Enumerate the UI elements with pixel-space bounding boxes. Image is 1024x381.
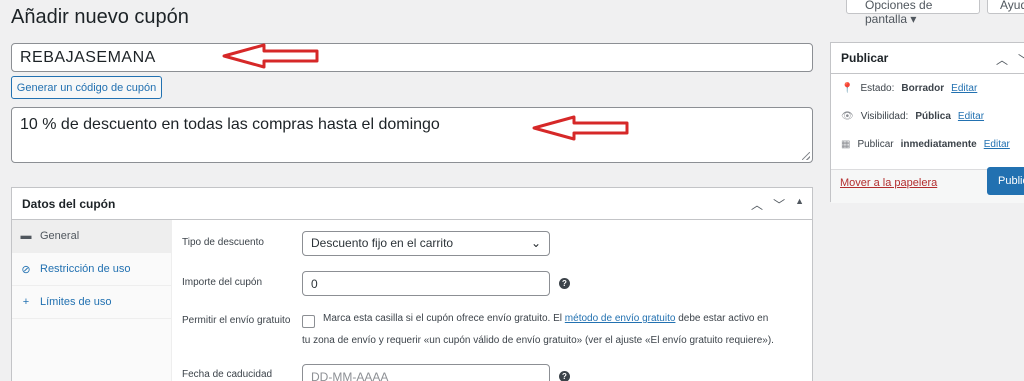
tab-usage-restriction[interactable]: ⊘ Restricción de uso [12, 253, 171, 286]
annotation-arrow-code [222, 43, 319, 69]
help-icon[interactable]: ? [559, 278, 570, 289]
status-label: Estado: [860, 83, 895, 94]
panel-controls: ︿ ﹀ ▲ [751, 196, 804, 213]
tab-general[interactable]: ▬ General [12, 220, 171, 253]
publish-panel-controls: ︿ ﹀ [996, 51, 1024, 68]
coupon-description-textarea[interactable]: 10 % de descuento en todas las compras h… [11, 107, 813, 163]
ticket-icon: ▬ [20, 230, 32, 242]
expiry-date-input[interactable]: DD-MM-AAAA [302, 364, 550, 381]
discount-type-value: Descuento fijo en el carrito [311, 236, 454, 250]
tab-label: General [40, 230, 80, 242]
status-row: 📍 Estado: Borrador Editar [841, 83, 977, 94]
coupon-code-input[interactable]: REBAJASEMANA [11, 43, 813, 72]
status-value: Borrador [901, 83, 945, 94]
annotation-arrow-description [532, 115, 629, 141]
edit-schedule-link[interactable]: Editar [984, 139, 1010, 150]
coupon-data-title: Datos del cupón [12, 188, 812, 220]
tab-usage-limits[interactable]: + Límites de uso [12, 286, 171, 319]
free-shipping-description: Marca esta casilla si el cupón ofrece en… [302, 308, 802, 330]
edit-visibility-link[interactable]: Editar [958, 111, 984, 122]
discount-type-select[interactable]: Descuento fijo en el carrito ⌄ [302, 231, 550, 256]
description-text: 10 % de descuento en todas las compras h… [20, 116, 440, 133]
generate-coupon-code-button[interactable]: Generar un código de cupón [11, 76, 162, 99]
collapse-icon[interactable]: ▲ [795, 196, 804, 213]
chevron-down-icon: ⌄ [530, 236, 541, 250]
free-shipping-text-cont: debe estar activo en [678, 313, 769, 324]
move-down-icon[interactable]: ﹀ [1018, 51, 1024, 68]
prohibited-icon: ⊘ [21, 263, 31, 276]
schedule-row: ▦ Publicar inmediatamente Editar [841, 139, 1010, 150]
free-shipping-method-link[interactable]: método de envío gratuito [565, 313, 676, 324]
edit-status-link[interactable]: Editar [951, 83, 977, 94]
coupon-tabs: ▬ General ⊘ Restricción de uso + Límites… [12, 220, 172, 381]
coupon-amount-label: Importe del cupón [182, 277, 263, 288]
tab-label: Restricción de uso [40, 263, 131, 275]
visibility-value: Pública [915, 111, 951, 122]
visibility-row: 👁 Visibilidad: Pública Editar [841, 111, 984, 122]
discount-type-label: Tipo de descuento [182, 237, 264, 248]
move-up-icon[interactable]: ︿ [751, 196, 763, 213]
free-shipping-text: Marca esta casilla si el cupón ofrece en… [323, 313, 563, 324]
resize-handle[interactable] [802, 152, 810, 160]
help-button[interactable]: Ayuda [987, 0, 1024, 14]
visibility-label: Visibilidad: [860, 111, 909, 122]
expiry-date-label: Fecha de caducidad [182, 369, 273, 380]
move-down-icon[interactable]: ﹀ [773, 196, 785, 213]
schedule-label: Publicar [857, 139, 894, 150]
tab-label: Límites de uso [40, 296, 112, 308]
eye-icon: 👁 [841, 111, 854, 122]
schedule-value: inmediatamente [900, 139, 977, 150]
coupon-amount-input[interactable]: 0 [302, 271, 550, 296]
free-shipping-label: Permitir el envío gratuito [182, 315, 291, 326]
publish-button[interactable]: Publicar [987, 167, 1024, 195]
coupon-data-panel: Datos del cupón ︿ ﹀ ▲ ▬ General ⊘ Restri… [11, 187, 813, 381]
move-up-icon[interactable]: ︿ [996, 51, 1008, 68]
screen-options-button[interactable]: Opciones de pantalla ▾ [846, 0, 980, 26]
free-shipping-description-line2: tu zona de envío y requerir «un cupón vá… [302, 335, 774, 346]
page-title: Añadir nuevo cupón [11, 6, 189, 28]
pin-icon: 📍 [841, 83, 854, 94]
help-icon[interactable]: ? [559, 371, 570, 381]
plus-icon: + [22, 296, 30, 308]
move-to-trash-link[interactable]: Mover a la papelera [840, 177, 937, 189]
calendar-icon: ▦ [841, 139, 851, 150]
